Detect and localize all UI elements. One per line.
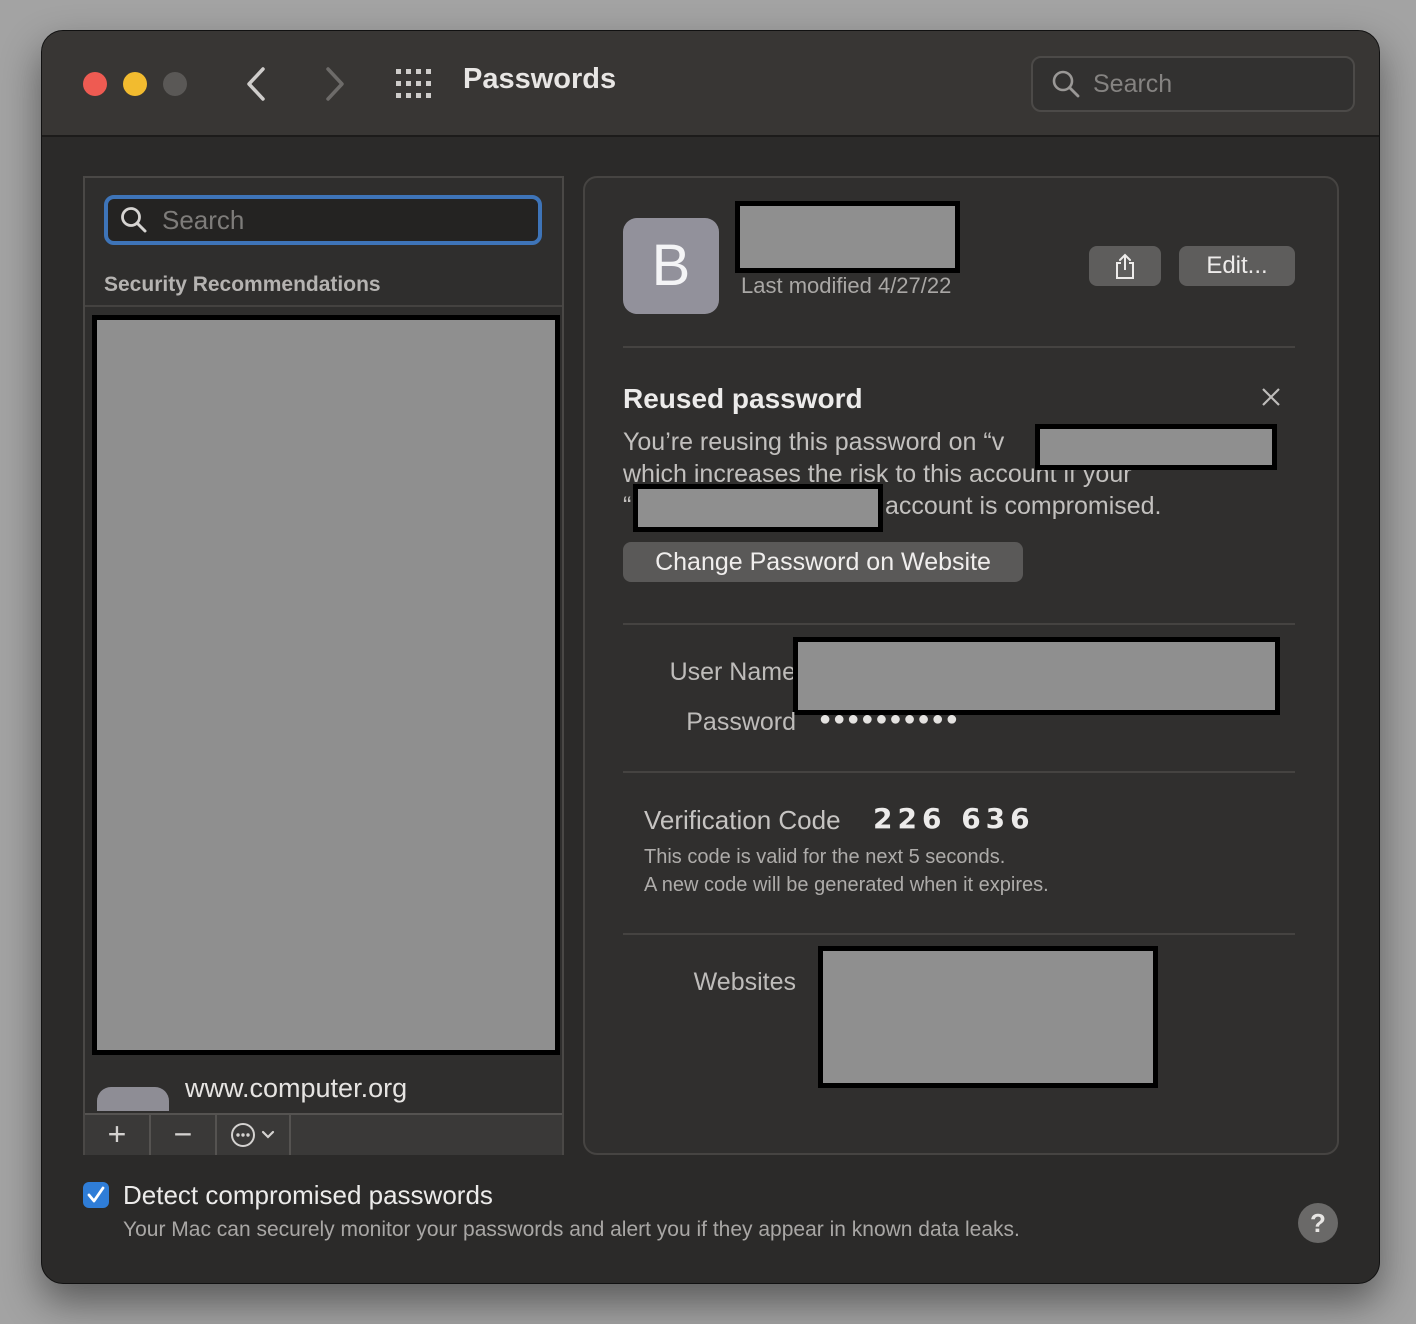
redacted-websites xyxy=(818,946,1158,1088)
divider xyxy=(623,623,1295,625)
close-window-button[interactable] xyxy=(83,72,107,96)
alert-text-line-3: account is compromised. xyxy=(885,492,1162,520)
chevron-right-icon xyxy=(326,67,344,101)
help-button[interactable]: ? xyxy=(1298,1203,1338,1243)
divider xyxy=(623,771,1295,773)
verification-code-label: Verification Code xyxy=(644,805,841,835)
verification-code-value[interactable]: 226 636 xyxy=(873,802,1035,835)
close-icon xyxy=(1262,388,1280,406)
redacted-account-name xyxy=(633,484,883,532)
redacted-username xyxy=(793,637,1280,715)
detect-compromised-description: Your Mac can securely monitor your passw… xyxy=(123,1218,1020,1241)
list-toolbar: + − xyxy=(85,1113,562,1155)
redacted-password-list xyxy=(92,315,560,1055)
divider xyxy=(623,346,1295,348)
sidebar-search-input[interactable] xyxy=(160,203,524,237)
divider xyxy=(623,933,1295,935)
search-icon xyxy=(121,207,147,233)
add-password-button[interactable]: + xyxy=(85,1115,151,1155)
dismiss-alert-button[interactable] xyxy=(1259,385,1283,409)
list-item-title: www.computer.org xyxy=(185,1073,408,1103)
list-item[interactable]: www.computer.org xyxy=(97,1071,537,1111)
password-detail-pane: B Last modified 4/27/22 Edit... Reused p… xyxy=(583,176,1339,1155)
last-modified: Last modified 4/27/22 xyxy=(741,273,952,298)
change-password-button[interactable]: Change Password on Website xyxy=(623,542,1023,582)
toolbar-search[interactable] xyxy=(1031,56,1355,112)
ellipsis-circle-icon xyxy=(231,1123,275,1147)
forward-button[interactable] xyxy=(314,61,354,107)
titlebar: Passwords xyxy=(42,31,1379,137)
remove-password-button[interactable]: − xyxy=(151,1115,217,1155)
edit-button[interactable]: Edit... xyxy=(1179,246,1295,286)
window-title: Passwords xyxy=(463,63,617,95)
grid-icon xyxy=(396,69,431,98)
password-label: Password xyxy=(686,708,796,736)
verification-note-2: A new code will be generated when it exp… xyxy=(644,874,1049,896)
redacted-site-name xyxy=(1035,424,1277,470)
share-icon xyxy=(1116,253,1134,279)
detect-compromised-checkbox[interactable] xyxy=(83,1182,109,1208)
site-avatar xyxy=(97,1087,169,1111)
redacted-site-title xyxy=(735,201,960,273)
username-label: User Name xyxy=(669,658,796,686)
alert-text-line-3-prefix: “ xyxy=(623,492,632,520)
divider xyxy=(85,305,562,307)
detect-compromised-label[interactable]: Detect compromised passwords xyxy=(123,1180,493,1211)
show-all-preferences-button[interactable] xyxy=(394,67,434,101)
back-button[interactable] xyxy=(237,61,277,107)
site-avatar: B xyxy=(623,218,719,314)
checkmark-icon xyxy=(87,1186,105,1203)
zoom-window-button[interactable] xyxy=(163,72,187,96)
search-icon xyxy=(1052,70,1080,98)
password-list-pane: Security Recommendations www.computer.or… xyxy=(83,176,564,1155)
share-button[interactable] xyxy=(1089,246,1161,286)
passwords-window: Passwords Security Recommendations www.c… xyxy=(41,30,1380,1284)
verification-note-1: This code is valid for the next 5 second… xyxy=(644,846,1006,868)
more-actions-button[interactable] xyxy=(217,1115,291,1155)
password-value[interactable]: ●●●●●●●●●● xyxy=(819,708,960,731)
security-recommendations-header: Security Recommendations xyxy=(104,273,381,296)
minimize-window-button[interactable] xyxy=(123,72,147,96)
alert-title: Reused password xyxy=(623,383,863,414)
toolbar-search-input[interactable] xyxy=(1091,67,1335,101)
websites-label: Websites xyxy=(693,968,796,996)
sidebar-search[interactable] xyxy=(104,195,542,245)
alert-text-line-1: You’re reusing this password on “v xyxy=(623,428,1005,456)
chevron-left-icon xyxy=(247,67,265,101)
